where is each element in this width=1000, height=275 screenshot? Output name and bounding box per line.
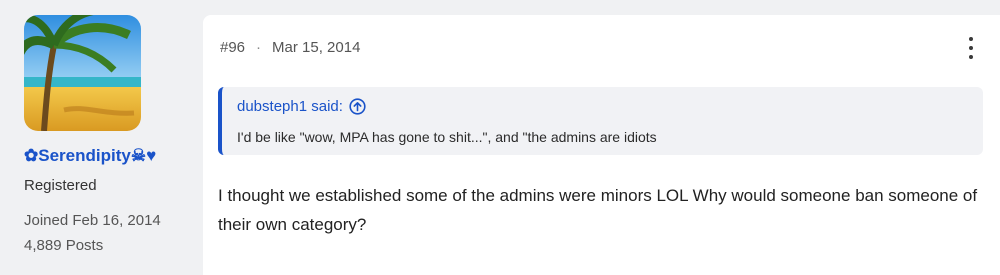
more-vertical-icon[interactable]: [964, 37, 978, 59]
user-title: Registered: [24, 177, 97, 194]
quote-author: dubsteph1 said:: [237, 98, 343, 115]
more-dot: [969, 46, 973, 50]
quote-text: I'd be like "wow, MPA has gone to shit..…: [237, 129, 657, 145]
meta-separator: ·: [256, 39, 262, 56]
user-panel: ✿Serendipity☠♥ Registered Joined Feb 16,…: [0, 0, 203, 265]
quote-block: dubsteph1 said: I'd be like "wow, MPA ha…: [218, 87, 983, 155]
post-meta: #96 · Mar 15, 2014: [220, 39, 360, 56]
user-joined-date: Joined Feb 16, 2014: [24, 212, 161, 229]
user-post-count: 4,889 Posts: [24, 237, 104, 254]
post-number[interactable]: #96: [220, 39, 245, 56]
arrow-up-circle-icon[interactable]: [349, 98, 366, 115]
username[interactable]: ✿Serendipity☠♥: [24, 146, 156, 166]
post-body: I thought we established some of the adm…: [218, 186, 978, 234]
quote-author-link[interactable]: dubsteph1 said:: [237, 98, 366, 115]
post-date[interactable]: Mar 15, 2014: [272, 39, 360, 56]
more-dot: [969, 37, 973, 41]
post-card: #96 · Mar 15, 2014 dubsteph1 said: I'd b…: [203, 15, 1000, 275]
more-dot: [969, 55, 973, 59]
avatar-image: [24, 15, 141, 131]
avatar[interactable]: [24, 15, 141, 131]
